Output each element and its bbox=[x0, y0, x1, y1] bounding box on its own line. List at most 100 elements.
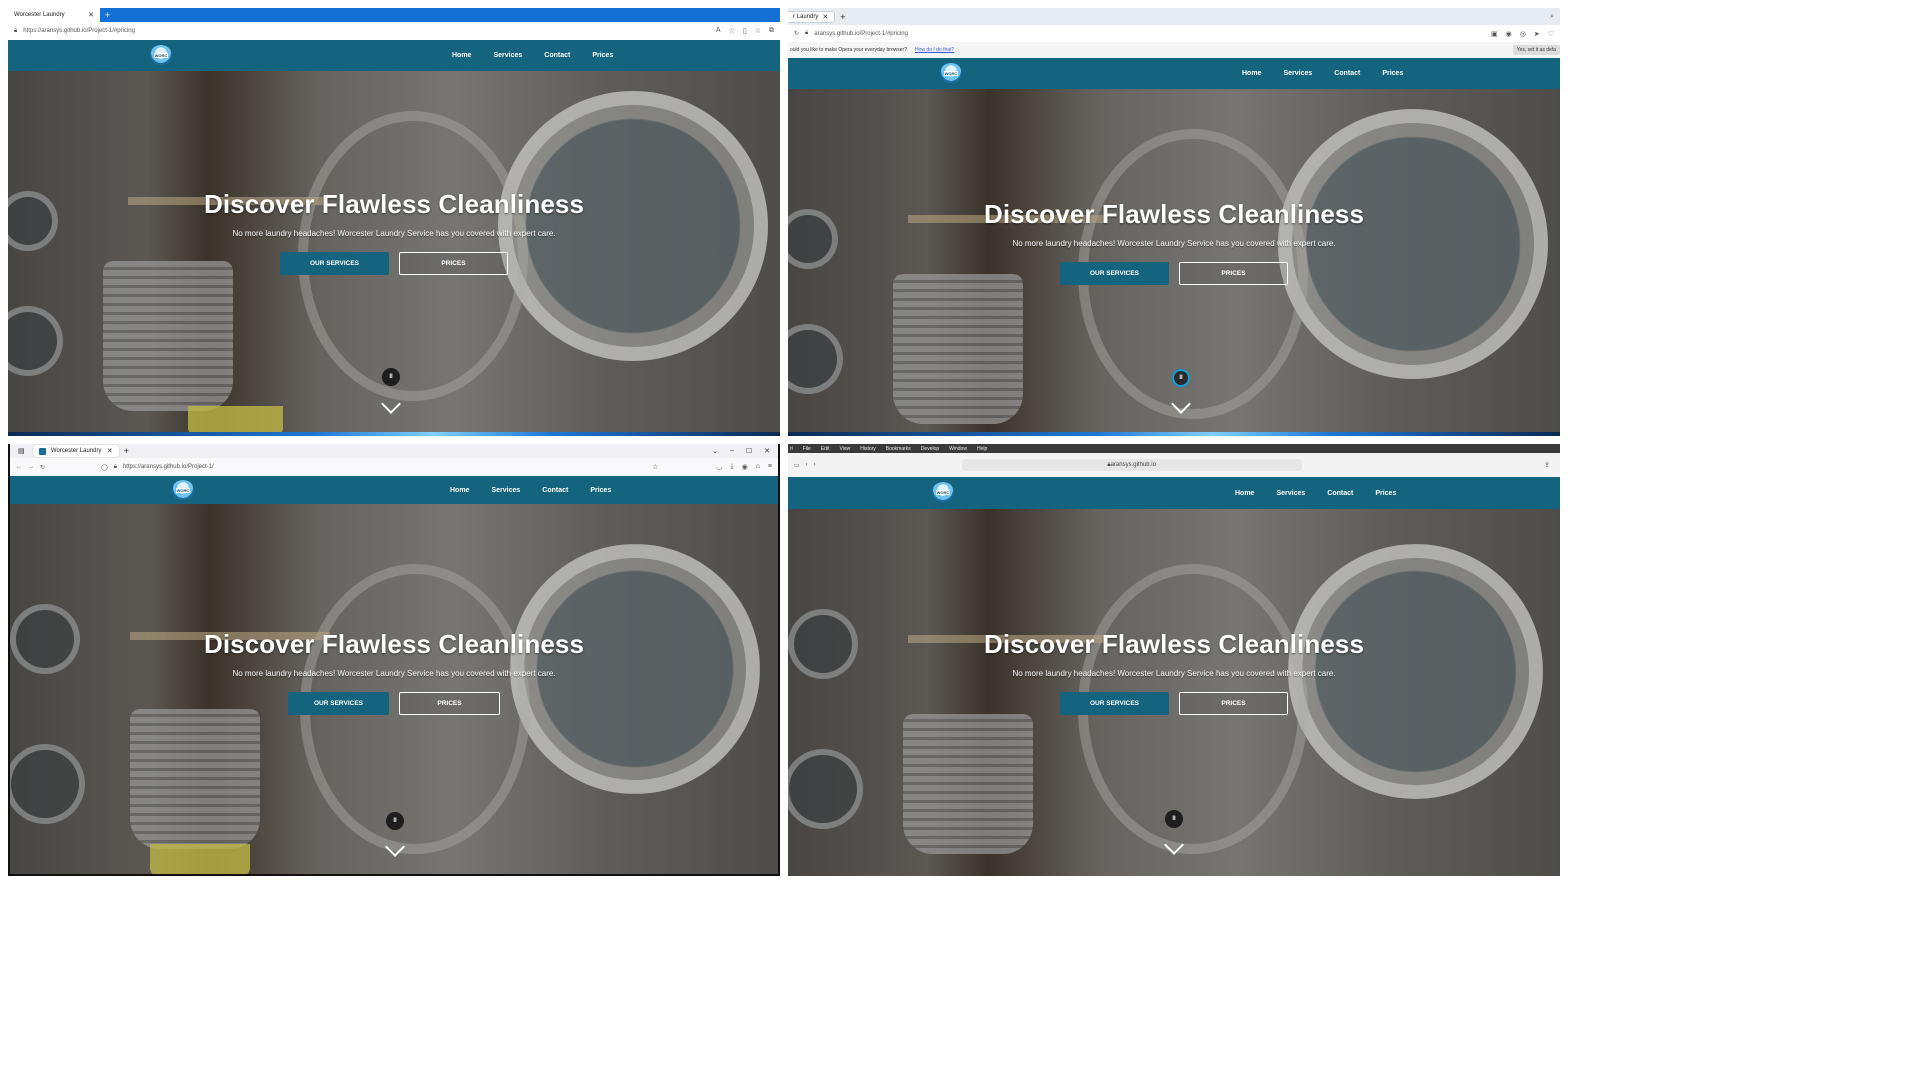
close-tab-icon[interactable]: ✕ bbox=[107, 447, 113, 455]
download-icon[interactable]: ⤓ bbox=[730, 463, 733, 471]
site-logo[interactable]: WORC bbox=[932, 482, 954, 502]
address-bar[interactable]: 🔒︎ https://aransys.github.io/Project-1/#… bbox=[8, 22, 780, 40]
share-icon[interactable]: ⇪ bbox=[1544, 461, 1550, 469]
forward-icon[interactable]: → bbox=[28, 464, 34, 470]
site-logo[interactable]: WORC bbox=[172, 480, 194, 500]
sidebar-icon[interactable]: ▭ bbox=[794, 462, 800, 469]
shield-icon[interactable]: ◯ bbox=[101, 464, 108, 471]
heart-icon[interactable]: ♡ bbox=[1548, 30, 1554, 38]
close-tab-icon[interactable]: ✕ bbox=[88, 11, 94, 19]
tab-overflow-icon[interactable]: ⌄ bbox=[712, 447, 718, 455]
prices-button[interactable]: PRICES bbox=[399, 692, 500, 715]
search-icon[interactable]: ⌕ bbox=[1550, 13, 1554, 21]
prices-button[interactable]: PRICES bbox=[1179, 692, 1288, 715]
menu-develop[interactable]: Develop bbox=[921, 446, 939, 452]
nav-home[interactable]: Home bbox=[1235, 490, 1254, 497]
nav-home[interactable]: Home bbox=[450, 487, 469, 494]
menu-help[interactable]: Help bbox=[977, 446, 987, 452]
new-tab-button[interactable]: + bbox=[835, 12, 850, 22]
nav-contact[interactable]: Contact bbox=[542, 487, 568, 494]
reload-icon[interactable]: ↻ bbox=[794, 30, 799, 37]
prices-button[interactable]: PRICES bbox=[1179, 262, 1288, 285]
nav-prices[interactable]: Prices bbox=[1375, 490, 1396, 497]
extensions-icon[interactable]: ▣ bbox=[1491, 30, 1498, 38]
site-logo[interactable]: WORC bbox=[940, 63, 962, 83]
minimize-icon[interactable]: – bbox=[730, 447, 734, 455]
nav-prices[interactable]: Prices bbox=[1382, 70, 1403, 77]
browser-window-safari: rl File Edit View History Bookmarks Deve… bbox=[788, 444, 1560, 876]
tab-title: r Laundry bbox=[793, 13, 819, 20]
menu-file[interactable]: File bbox=[803, 446, 811, 452]
menu-view[interactable]: View bbox=[839, 446, 850, 452]
camera-icon[interactable]: ◉ bbox=[1506, 30, 1512, 38]
infobar-link[interactable]: How do I do that? bbox=[915, 47, 954, 53]
pause-video-button[interactable]: II bbox=[382, 368, 400, 386]
our-services-button[interactable]: OUR SERVICES bbox=[280, 252, 389, 275]
nav-contact[interactable]: Contact bbox=[1334, 70, 1360, 77]
nav-services[interactable]: Services bbox=[1276, 490, 1305, 497]
our-services-button[interactable]: OUR SERVICES bbox=[1060, 262, 1169, 285]
safari-toolbar: ▭ ‹ › 🔒︎ aransys.github.io ⇪ bbox=[788, 453, 1560, 477]
menu-window[interactable]: Window bbox=[949, 446, 967, 452]
url-text[interactable]: https://aransys.github.io/Project-1/ bbox=[123, 464, 214, 470]
nav-services[interactable]: Services bbox=[493, 52, 522, 59]
browser-tab[interactable]: r Laundry ✕ bbox=[788, 10, 836, 23]
pause-video-button[interactable]: II bbox=[386, 812, 404, 830]
collections-icon[interactable]: ⧉ bbox=[769, 27, 774, 35]
prices-button[interactable]: PRICES bbox=[399, 252, 508, 275]
favorites-icon[interactable]: ☆ bbox=[755, 27, 761, 35]
set-default-button[interactable]: Yes, set it as defa bbox=[1512, 45, 1560, 55]
lock-icon: 🔒︎ bbox=[805, 30, 809, 36]
hero-title: Discover Flawless Cleanliness bbox=[203, 189, 585, 219]
star-icon[interactable]: ☆ bbox=[729, 27, 735, 35]
nav-contact[interactable]: Contact bbox=[1327, 490, 1353, 497]
menu-app[interactable]: rl bbox=[790, 446, 793, 452]
forward-icon[interactable]: › bbox=[814, 462, 816, 468]
address-bar[interactable]: ↻ 🔒︎ aransys.github.io/Project-1/#pricin… bbox=[788, 25, 1560, 42]
nav-services[interactable]: Services bbox=[1283, 70, 1312, 77]
close-window-icon[interactable]: ✕ bbox=[764, 447, 770, 455]
hero-section: Discover Flawless Cleanliness No more la… bbox=[8, 71, 780, 436]
nav-services[interactable]: Services bbox=[491, 487, 520, 494]
nav-prices[interactable]: Prices bbox=[590, 487, 611, 494]
new-tab-button[interactable]: + bbox=[119, 446, 134, 456]
url-text[interactable]: aransys.github.io/Project-1/#pricing bbox=[814, 31, 908, 37]
nav-contact[interactable]: Contact bbox=[544, 52, 570, 59]
tab-list-icon[interactable]: ▤ bbox=[10, 447, 33, 455]
small-washer-image bbox=[788, 324, 843, 394]
pocket-icon[interactable]: ◡ bbox=[716, 463, 722, 471]
menu-icon[interactable]: ≡ bbox=[768, 463, 772, 471]
menu-history[interactable]: History bbox=[860, 446, 876, 452]
small-washer-image bbox=[10, 744, 85, 824]
menu-bookmarks[interactable]: Bookmarks bbox=[886, 446, 911, 452]
website: WORC Home Services Contact Prices Discov… bbox=[788, 477, 1560, 876]
url-text[interactable]: aransys.github.io bbox=[1111, 462, 1156, 468]
address-bar[interactable]: 🔒︎ aransys.github.io bbox=[961, 459, 1302, 471]
read-aloud-icon[interactable]: A bbox=[716, 27, 721, 35]
back-icon[interactable]: ‹ bbox=[806, 462, 808, 468]
our-services-button[interactable]: OUR SERVICES bbox=[288, 692, 389, 715]
close-tab-icon[interactable]: ✕ bbox=[822, 13, 828, 21]
nav-prices[interactable]: Prices bbox=[592, 52, 613, 59]
nav-home[interactable]: Home bbox=[452, 52, 471, 59]
maximize-icon[interactable]: ☐ bbox=[746, 447, 752, 455]
star-icon[interactable]: ☆ bbox=[652, 463, 658, 471]
address-bar[interactable]: ← → ↻ ◯ 🔒︎ https://aransys.github.io/Pro… bbox=[10, 458, 778, 476]
split-icon[interactable]: ▯ bbox=[743, 27, 747, 35]
nav-home[interactable]: Home bbox=[1242, 70, 1261, 77]
pause-video-button[interactable]: II bbox=[1172, 369, 1190, 387]
account-icon[interactable]: ◉ bbox=[742, 463, 748, 471]
reload-icon[interactable]: ↻ bbox=[40, 464, 45, 471]
extensions-icon[interactable]: ⌂ bbox=[756, 463, 760, 471]
send-icon[interactable]: ➤ bbox=[1534, 30, 1540, 38]
menu-edit[interactable]: Edit bbox=[821, 446, 830, 452]
our-services-button[interactable]: OUR SERVICES bbox=[1060, 692, 1169, 715]
pause-video-button[interactable]: II bbox=[1165, 810, 1183, 828]
site-logo[interactable]: WORC bbox=[150, 45, 172, 65]
vpn-icon[interactable]: ◎ bbox=[1520, 30, 1526, 38]
url-text[interactable]: https://aransys.github.io/Project-1/#pri… bbox=[23, 28, 135, 34]
browser-tab[interactable]: Worcester Laundry ✕ bbox=[32, 445, 119, 457]
browser-tab[interactable]: Worcester Laundry ✕ bbox=[8, 8, 100, 22]
new-tab-button[interactable]: + bbox=[100, 10, 115, 20]
back-icon[interactable]: ← bbox=[16, 464, 22, 470]
